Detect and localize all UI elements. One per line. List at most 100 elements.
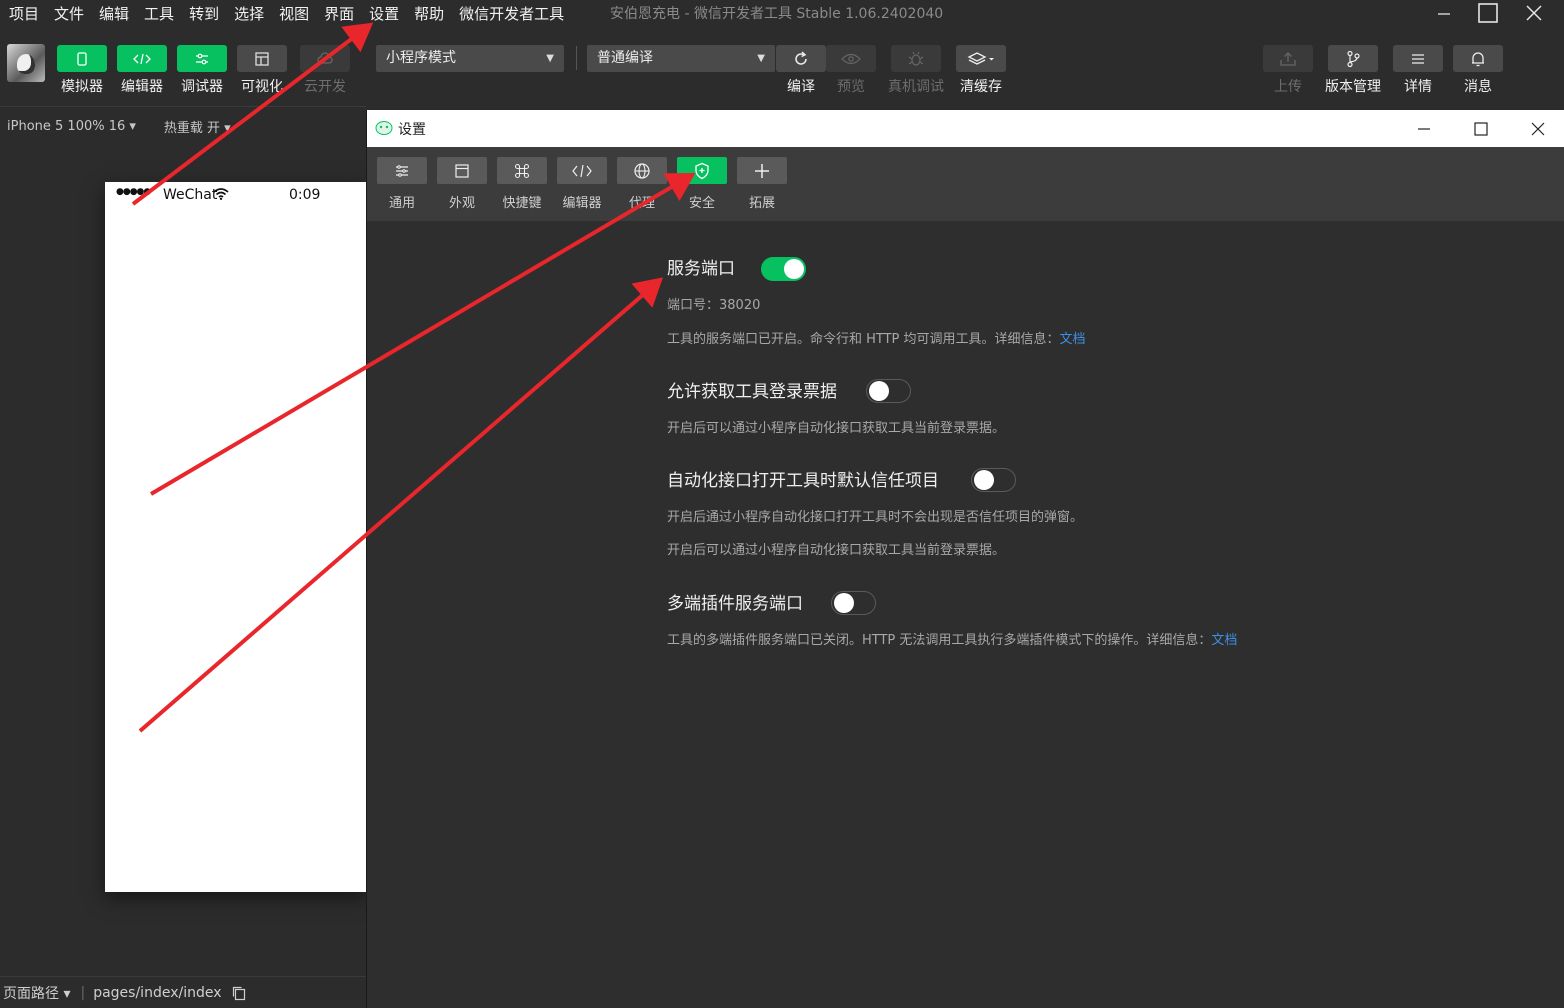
version-button[interactable]: 版本管理 xyxy=(1325,45,1381,96)
real-debug-label: 真机调试 xyxy=(888,79,944,95)
mode-select[interactable]: 小程序模式 ▼ xyxy=(376,45,564,72)
minimize-button[interactable] xyxy=(1422,0,1466,26)
bottom-status-bar: 页面路径 ▾ | pages/index/index xyxy=(0,976,366,1008)
device-select[interactable]: iPhone 5 100% 16 ▾ xyxy=(7,119,136,134)
maximize-icon xyxy=(1474,122,1488,136)
cloud-button[interactable]: 云开发 xyxy=(300,45,350,96)
details-label: 详情 xyxy=(1404,79,1432,95)
caret-down-icon: ▼ xyxy=(757,53,765,64)
upload-button[interactable]: 上传 xyxy=(1263,45,1313,96)
menu-interface[interactable]: 界面 xyxy=(315,3,360,25)
refresh-icon xyxy=(795,50,807,65)
multi-plugin-desc: 工具的多端插件服务端口已关闭。HTTP 无法调用工具执行多端插件模式下的操作。详… xyxy=(667,632,1237,650)
service-port-toggle[interactable] xyxy=(761,257,806,281)
preview-label: 预览 xyxy=(837,79,865,95)
menu-settings[interactable]: 设置 xyxy=(360,3,405,25)
list-settings-icon xyxy=(396,164,408,177)
editor-button[interactable]: 编辑器 xyxy=(117,45,167,96)
cloud-icon xyxy=(317,51,333,64)
toggle-knob xyxy=(784,259,804,279)
multi-plugin-title: 多端插件服务端口 xyxy=(667,594,803,614)
eye-icon xyxy=(841,53,861,64)
clear-cache-label: 清缓存 xyxy=(960,79,1002,95)
tab-general[interactable]: 通用 xyxy=(377,157,427,211)
toggle-knob xyxy=(974,470,994,490)
menu-project[interactable]: 项目 xyxy=(0,3,45,25)
code-icon xyxy=(133,53,151,64)
menu-select[interactable]: 选择 xyxy=(225,3,270,25)
maximize-icon xyxy=(1478,3,1498,23)
plus-icon xyxy=(755,163,769,178)
service-port-doc-link[interactable]: 文档 xyxy=(1060,332,1086,347)
debugger-button[interactable]: 调试器 xyxy=(177,45,227,96)
messages-label: 消息 xyxy=(1464,79,1492,95)
minimize-icon xyxy=(1418,128,1430,130)
branch-icon xyxy=(1347,50,1360,67)
hot-reload-toggle[interactable]: 热重载 开 ▾ xyxy=(164,117,231,136)
menu-file[interactable]: 文件 xyxy=(45,3,90,25)
menu-help[interactable]: 帮助 xyxy=(405,3,450,25)
tab-proxy[interactable]: 代理 xyxy=(617,157,667,211)
tab-security[interactable]: 安全 xyxy=(677,157,727,211)
phone-icon xyxy=(77,51,87,66)
compile-button[interactable]: 编译 xyxy=(776,45,826,96)
phone-simulator[interactable]: ●●●●● WeChat 0:09 xyxy=(105,182,367,892)
tab-shortcuts-label: 快捷键 xyxy=(502,196,542,211)
settings-close-button[interactable] xyxy=(1525,116,1551,142)
globe-icon xyxy=(634,162,650,179)
compile-select-value: 普通编译 xyxy=(597,50,653,66)
menu-edit[interactable]: 编辑 xyxy=(90,3,135,25)
layout-icon xyxy=(255,51,269,66)
minimize-icon xyxy=(1438,13,1450,15)
maximize-button[interactable] xyxy=(1466,0,1510,26)
menu-bar: 项目 文件 编辑 工具 转到 选择 视图 界面 设置 帮助 微信开发者工具 安伯… xyxy=(0,0,1564,28)
menu-tools[interactable]: 工具 xyxy=(135,3,180,25)
visual-button[interactable]: 可视化 xyxy=(237,45,287,96)
login-ticket-title: 允许获取工具登录票据 xyxy=(667,382,837,402)
page-path-label[interactable]: 页面路径 ▾ xyxy=(3,983,70,1003)
toggle-knob xyxy=(869,381,889,401)
multi-plugin-toggle[interactable] xyxy=(831,591,876,615)
window-title: 安伯恩充电 - 微信开发者工具 Stable 1.06.2402040 xyxy=(610,6,944,22)
tab-shortcuts[interactable]: 快捷键 xyxy=(497,157,547,211)
preview-button[interactable]: 预览 xyxy=(826,45,876,96)
messages-button[interactable]: 消息 xyxy=(1453,45,1503,96)
clear-cache-button[interactable]: 清缓存 xyxy=(956,45,1006,96)
tab-appearance[interactable]: 外观 xyxy=(437,157,487,211)
auto-trust-toggle[interactable] xyxy=(971,468,1016,492)
signal-icon: ●●●●● xyxy=(116,187,151,197)
main-menu: 项目 文件 编辑 工具 转到 选择 视图 界面 设置 帮助 微信开发者工具 xyxy=(0,0,570,28)
menu-goto[interactable]: 转到 xyxy=(180,3,225,25)
compile-select[interactable]: 普通编译 ▼ xyxy=(587,45,775,72)
tab-general-label: 通用 xyxy=(388,196,415,211)
simulator-button[interactable]: 模拟器 xyxy=(57,45,107,96)
tab-security-label: 安全 xyxy=(688,196,715,211)
avatar[interactable] xyxy=(7,44,45,82)
tab-extensions-label: 拓展 xyxy=(748,196,775,211)
menu-devtools[interactable]: 微信开发者工具 xyxy=(450,3,570,25)
settings-minimize-button[interactable] xyxy=(1411,116,1437,142)
tab-appearance-label: 外观 xyxy=(448,196,475,211)
tab-proxy-label: 代理 xyxy=(628,196,655,211)
tab-extensions[interactable]: 拓展 xyxy=(737,157,787,211)
multi-plugin-desc-text: 工具的多端插件服务端口已关闭。HTTP 无法调用工具执行多端插件模式下的操作。详… xyxy=(667,633,1212,648)
service-port-title: 服务端口 xyxy=(667,259,735,279)
auto-trust-desc-1: 开启后通过小程序自动化接口打开工具时不会出现是否信任项目的弹窗。 xyxy=(667,510,1084,525)
login-ticket-toggle[interactable] xyxy=(866,379,911,403)
copy-icon[interactable] xyxy=(231,985,247,1001)
upload-icon xyxy=(1280,51,1296,66)
wechat-devtools-logo-icon xyxy=(375,121,393,135)
details-button[interactable]: 详情 xyxy=(1393,45,1443,96)
visual-label: 可视化 xyxy=(241,79,283,95)
bell-icon xyxy=(1472,51,1484,66)
multi-plugin-doc-link[interactable]: 文档 xyxy=(1211,633,1237,648)
tab-editor-label: 编辑器 xyxy=(562,196,602,211)
tab-editor[interactable]: 编辑器 xyxy=(557,157,607,211)
auto-trust-title: 自动化接口打开工具时默认信任项目 xyxy=(667,471,939,491)
real-debug-button[interactable]: 真机调试 xyxy=(888,45,944,96)
settings-maximize-button[interactable] xyxy=(1468,116,1494,142)
service-port-desc: 工具的服务端口已开启。命令行和 HTTP 均可调用工具。详细信息：文档 xyxy=(667,331,1086,349)
close-button[interactable] xyxy=(1512,0,1556,26)
menu-view[interactable]: 视图 xyxy=(270,3,315,25)
debugger-label: 调试器 xyxy=(181,79,223,95)
